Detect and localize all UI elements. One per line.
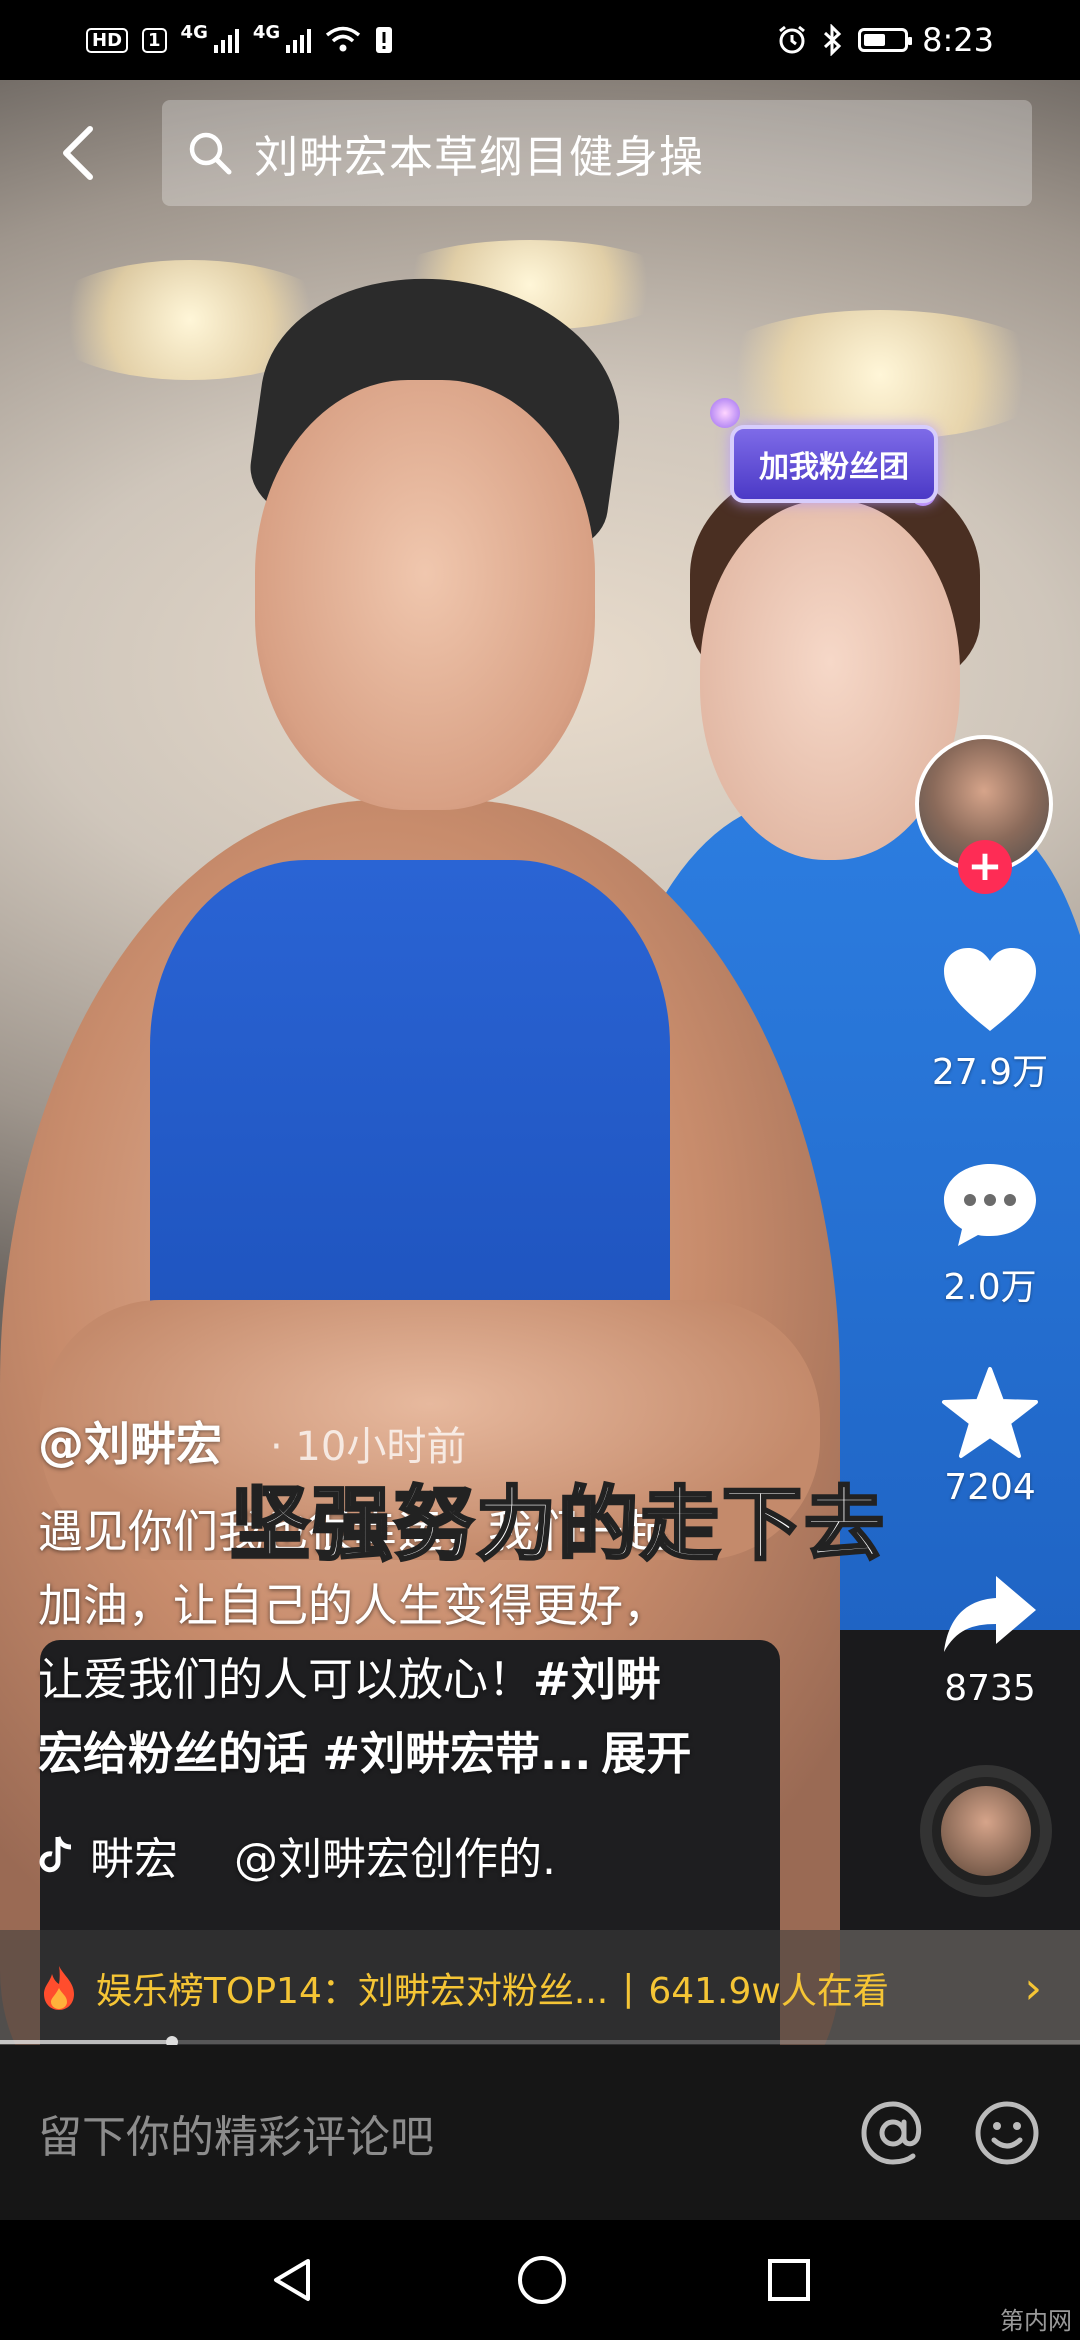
- star-icon: [942, 1367, 1038, 1458]
- expand-button[interactable]: 展开: [601, 1727, 691, 1780]
- hashtag-link[interactable]: 宏给粉丝的话: [38, 1727, 308, 1780]
- tiktok-note-icon: [39, 1836, 72, 1873]
- search-icon: [189, 132, 232, 175]
- like-count: 27.9万: [931, 1052, 1049, 1093]
- comment-actions: [858, 2098, 1042, 2168]
- fan-club-sticker[interactable]: 加我粉丝团: [730, 425, 938, 503]
- alarm-icon: [779, 25, 806, 54]
- system-nav-bar: [0, 2220, 1080, 2340]
- battery-icon: [858, 28, 913, 52]
- emoji-icon[interactable]: [972, 2098, 1042, 2168]
- share-arrow-icon: [944, 1576, 1036, 1652]
- progress-fill: [0, 2040, 173, 2044]
- status-right: 8:23: [776, 21, 994, 59]
- fire-icon: [44, 1966, 74, 2010]
- clock: 8:23: [922, 21, 994, 59]
- signal-icon: [213, 27, 239, 53]
- search-query: 刘畊宏本草纲目健身操: [254, 132, 704, 183]
- share-button[interactable]: 8735: [910, 1570, 1070, 1709]
- author-name[interactable]: @刘畊宏: [38, 1408, 222, 1474]
- favorite-button[interactable]: 7204: [910, 1365, 1070, 1508]
- video-progress-bar[interactable]: [0, 2036, 1080, 2048]
- sticker-bubble: [710, 398, 740, 428]
- watermark: 第内网: [1000, 2307, 1072, 2335]
- sim-badge: 1: [142, 27, 167, 53]
- back-button[interactable]: [48, 118, 108, 188]
- search-bar[interactable]: 刘畊宏本草纲目健身操: [162, 100, 1032, 206]
- desc-text: 让爱我们的人可以放心！: [38, 1653, 534, 1706]
- hashtag-link[interactable]: #刘畊宏带...: [322, 1727, 591, 1780]
- mention-icon[interactable]: [858, 2098, 928, 2168]
- network-type-1: 4G: [180, 21, 208, 43]
- hot-list-banner[interactable]: 娱乐榜TOP14：刘畊宏对粉丝... | 641.9w人在看 ›: [0, 1930, 1080, 2046]
- video-overlay-caption: 坚强努力的走下去: [229, 1477, 886, 1573]
- comment-input[interactable]: 留下你的精彩评论吧: [38, 2101, 858, 2165]
- back-arrow-icon: [63, 126, 93, 180]
- hot-list-label: 娱乐榜TOP14：刘畊宏对粉丝...: [96, 1971, 609, 2012]
- comment-bubble-icon: [944, 1164, 1036, 1246]
- screen: HD 1 4G 4G 8:23 加我粉丝团 刘畊宏本草纲目健身操 + 27.9万…: [0, 0, 1080, 2340]
- chevron-right-icon: ›: [1024, 1962, 1042, 2014]
- music-info[interactable]: 畊宏 @刘畊宏创作的.: [38, 1823, 556, 1887]
- bluetooth-icon: [824, 24, 842, 56]
- hashtag-link[interactable]: #刘畊: [533, 1653, 661, 1706]
- music-cover: [941, 1786, 1031, 1876]
- favorite-count: 7204: [944, 1467, 1036, 1508]
- network-type-2: 4G: [252, 21, 281, 43]
- signal-icon-2: [286, 27, 312, 53]
- follow-button[interactable]: +: [958, 840, 1012, 894]
- man-face: [255, 380, 595, 810]
- sim-alert-icon: [376, 27, 393, 53]
- wifi-icon: [326, 26, 361, 52]
- music-name: 畊宏: [90, 1834, 178, 1885]
- nav-recents-icon[interactable]: [766, 2257, 812, 2303]
- comment-button[interactable]: 2.0万: [910, 1160, 1070, 1310]
- hot-list-separator: |: [622, 1967, 635, 2009]
- hd-badge: HD: [86, 27, 129, 53]
- hot-list-viewers: 641.9w人在看: [648, 1971, 889, 2012]
- nav-home-icon[interactable]: [515, 2253, 569, 2307]
- status-bar: HD 1 4G 4G 8:23: [0, 0, 1080, 80]
- music-disc[interactable]: [920, 1765, 1052, 1897]
- status-left: HD 1 4G 4G: [86, 22, 393, 54]
- music-credit: @刘畊宏创作的.: [234, 1834, 556, 1885]
- desc-line: 让爱我们的人可以放心！#刘畊: [38, 1643, 778, 1717]
- like-button[interactable]: 27.9万: [910, 945, 1070, 1095]
- desc-line: 宏给粉丝的话 #刘畊宏带... 展开: [38, 1717, 778, 1791]
- ceiling-light: [700, 310, 1060, 440]
- heart-icon: [944, 948, 1036, 1031]
- comment-count: 2.0万: [943, 1267, 1037, 1308]
- nav-back-icon[interactable]: [268, 2255, 318, 2305]
- share-count: 8735: [944, 1668, 1036, 1709]
- desc-line: 加油，让自己的人生变得更好，: [38, 1579, 669, 1632]
- comment-bar: 留下你的精彩评论吧: [0, 2045, 1080, 2220]
